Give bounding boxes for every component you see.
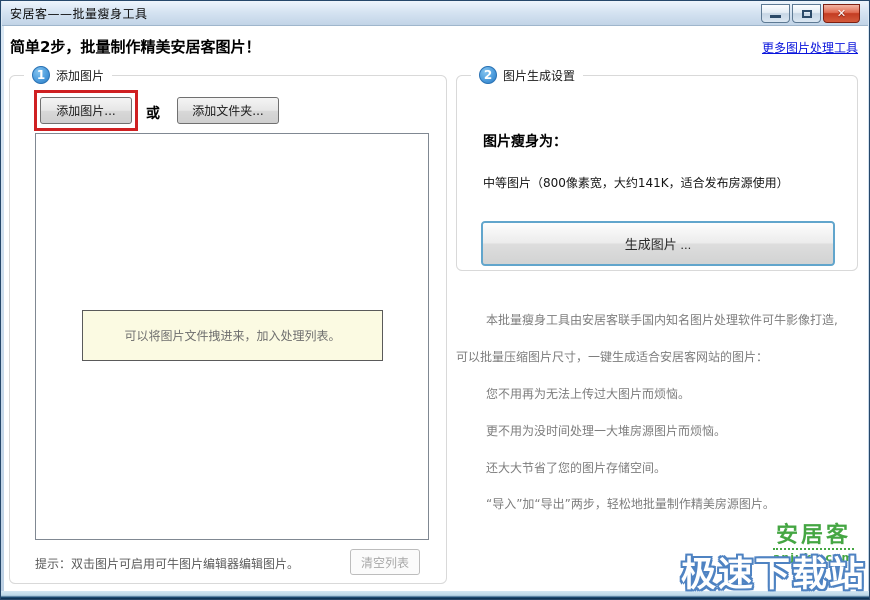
step1-number-icon: 1 xyxy=(32,66,50,84)
resize-to-label: 图片瘦身为： xyxy=(483,134,567,150)
anjuke-logo-text: 安居客 xyxy=(775,523,851,548)
add-images-button[interactable]: 添加图片... xyxy=(40,97,132,124)
window-controls: ✕ xyxy=(761,4,860,23)
client-area: 简单2步，批量制作精美安居客图片！ 更多图片处理工具 1 添加图片 添加图片..… xyxy=(4,26,868,593)
app-window: 安居客——批量瘦身工具 ✕ 简单2步，批量制作精美安居客图片！ 更多图片处理工具… xyxy=(0,0,870,600)
or-text: 或 xyxy=(146,106,160,122)
minimize-button[interactable] xyxy=(761,4,790,23)
download-site-watermark: 极速下载站 xyxy=(680,555,866,593)
close-icon: ✕ xyxy=(836,7,847,20)
more-tools-link[interactable]: 更多图片处理工具 xyxy=(762,39,858,56)
title-bar[interactable]: 安居客——批量瘦身工具 ✕ xyxy=(2,1,868,26)
maximize-button[interactable] xyxy=(792,4,821,23)
drop-hint-box: 可以将图片文件拽进来，加入处理列表。 xyxy=(82,310,383,361)
clear-list-button[interactable]: 清空列表 xyxy=(350,549,420,575)
info-paragraph: 本批量瘦身工具由安居客联手国内知名图片处理软件可牛影像打造, xyxy=(486,313,838,327)
step2-number-icon: 2 xyxy=(479,66,497,84)
info-paragraph: 可以批量压缩图片尺寸，一键生成适合安居客网站的图片： xyxy=(456,350,769,364)
step2-label: 图片生成设置 xyxy=(503,68,576,83)
maximize-icon xyxy=(801,9,812,18)
info-paragraph: 更不用为没时间处理一大堆房源图片而烦恼。 xyxy=(486,424,727,438)
step2-group-label: 2 图片生成设置 xyxy=(471,66,584,84)
window-title: 安居客——批量瘦身工具 xyxy=(10,6,148,21)
page-title: 简单2步，批量制作精美安居客图片！ xyxy=(10,38,261,56)
generate-settings-group: 2 图片生成设置 图片瘦身为： 中等图片（800像素宽，大约141K，适合发布房… xyxy=(456,66,858,271)
info-paragraph: 您不用再为无法上传过大图片而烦恼。 xyxy=(486,387,691,401)
add-images-group: 1 添加图片 添加图片... 或 添加文件夹... 可以将图片文件拽进来，加入处… xyxy=(9,66,447,584)
step1-label: 添加图片 xyxy=(56,68,105,83)
minimize-icon xyxy=(770,15,781,18)
add-folder-button[interactable]: 添加文件夹... xyxy=(177,97,279,124)
size-option-text: 中等图片（800像素宽，大约141K，适合发布房源使用） xyxy=(483,176,789,190)
info-paragraph: “导入”加“导出”两步，轻松地批量制作精美房源图片。 xyxy=(486,497,775,511)
generate-images-button[interactable]: 生成图片 ... xyxy=(481,221,835,266)
step1-group-label: 1 添加图片 xyxy=(24,66,113,84)
info-paragraph: 还大大节省了您的图片存储空间。 xyxy=(486,461,667,475)
image-list[interactable]: 可以将图片文件拽进来，加入处理列表。 xyxy=(35,133,429,540)
tip-text: 提示：双击图片可启用可牛图片编辑器编辑图片。 xyxy=(35,557,300,571)
close-button[interactable]: ✕ xyxy=(823,4,860,23)
